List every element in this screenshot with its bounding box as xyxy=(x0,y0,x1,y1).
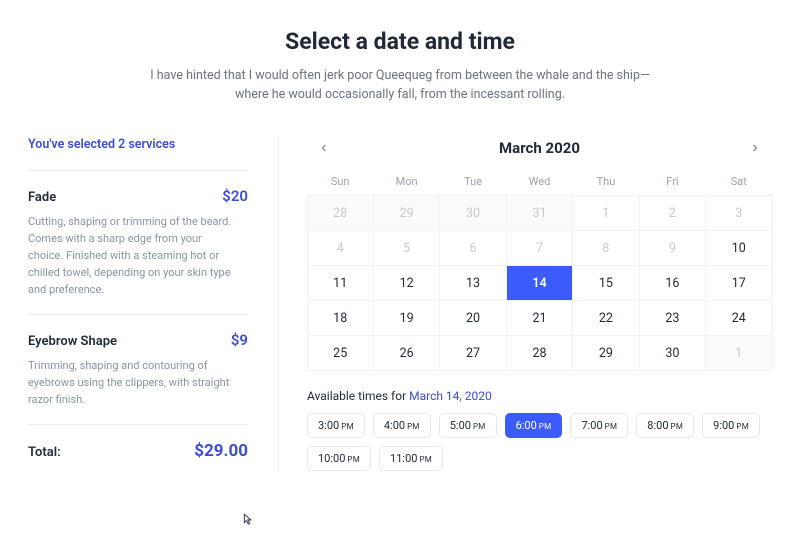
time-slot[interactable]: 11:00PM xyxy=(379,446,443,471)
total-price: $29.00 xyxy=(194,441,248,461)
service-item: Fade $20 Cutting, shaping or trimming of t… xyxy=(28,171,248,315)
chevron-left-icon xyxy=(318,142,330,154)
service-price: $20 xyxy=(222,187,248,205)
calendar-day: 4 xyxy=(307,230,374,266)
time-slot-selected[interactable]: 6:00PM xyxy=(505,413,563,438)
dow-label: Sat xyxy=(706,165,772,196)
calendar-day[interactable]: 24 xyxy=(705,300,772,336)
dow-label: Thu xyxy=(573,165,639,196)
time-slot-time: 9:00 xyxy=(713,419,734,432)
dow-label: Fri xyxy=(639,165,705,196)
time-slot[interactable]: 9:00PM xyxy=(702,413,760,438)
calendar-day: 6 xyxy=(439,230,506,266)
calendar-day: 7 xyxy=(506,230,573,266)
calendar-day[interactable]: 19 xyxy=(373,300,440,336)
available-times-heading: Available times for March 14, 2020 xyxy=(307,389,772,403)
time-slot-ampm: PM xyxy=(347,455,360,464)
dow-label: Wed xyxy=(506,165,572,196)
service-price: $9 xyxy=(231,331,248,349)
calendar-day: 9 xyxy=(639,230,706,266)
calendar-day: 31 xyxy=(506,195,573,231)
next-month-button[interactable] xyxy=(744,137,766,159)
calendar-day-selected[interactable]: 14 xyxy=(506,265,573,301)
available-times-date: March 14, 2020 xyxy=(409,389,492,403)
calendar-day: 8 xyxy=(572,230,639,266)
time-slot-time: 10:00 xyxy=(318,452,345,465)
calendar-day[interactable]: 15 xyxy=(572,265,639,301)
time-slot-ampm: PM xyxy=(473,422,486,431)
calendar-day[interactable]: 29 xyxy=(572,335,639,371)
calendar-day: 1 xyxy=(705,335,772,371)
available-times-prefix: Available times for xyxy=(307,389,409,403)
date-time-picker: March 2020 SunMonTueWedThuFriSat 2829303… xyxy=(278,137,772,471)
calendar-day[interactable]: 10 xyxy=(705,230,772,266)
time-slot-ampm: PM xyxy=(407,422,420,431)
calendar-day[interactable]: 16 xyxy=(639,265,706,301)
calendar-day[interactable]: 17 xyxy=(705,265,772,301)
calendar-day[interactable]: 25 xyxy=(307,335,374,371)
total-label: Total: xyxy=(28,445,61,460)
time-slot[interactable]: 3:00PM xyxy=(307,413,365,438)
time-slot-time: 3:00 xyxy=(318,419,339,432)
service-desc: Trimming, shaping and contouring of eyeb… xyxy=(28,357,238,408)
time-slot-time: 8:00 xyxy=(647,419,668,432)
time-slot-ampm: PM xyxy=(736,422,749,431)
time-slot[interactable]: 4:00PM xyxy=(373,413,431,438)
page-title: Select a date and time xyxy=(0,28,800,55)
time-slot-ampm: PM xyxy=(671,422,684,431)
calendar-day[interactable]: 12 xyxy=(373,265,440,301)
calendar-day[interactable]: 18 xyxy=(307,300,374,336)
calendar-day[interactable]: 20 xyxy=(439,300,506,336)
time-slot-time: 4:00 xyxy=(384,419,405,432)
prev-month-button[interactable] xyxy=(313,137,335,159)
time-slot-ampm: PM xyxy=(419,455,432,464)
calendar-day[interactable]: 11 xyxy=(307,265,374,301)
calendar-day[interactable]: 21 xyxy=(506,300,573,336)
calendar-day: 3 xyxy=(705,195,772,231)
calendar-day[interactable]: 26 xyxy=(373,335,440,371)
time-slot[interactable]: 8:00PM xyxy=(636,413,694,438)
calendar-day: 5 xyxy=(373,230,440,266)
service-name: Fade xyxy=(28,190,56,205)
time-slot-time: 6:00 xyxy=(516,419,537,432)
calendar-day[interactable]: 27 xyxy=(439,335,506,371)
time-slot-ampm: PM xyxy=(341,422,354,431)
calendar-day: 2 xyxy=(639,195,706,231)
time-slot-time: 5:00 xyxy=(450,419,471,432)
summary-heading: You've selected 2 services xyxy=(28,137,248,171)
dow-label: Mon xyxy=(373,165,439,196)
calendar-day[interactable]: 13 xyxy=(439,265,506,301)
service-name: Eyebrow Shape xyxy=(28,334,117,349)
dow-label: Tue xyxy=(440,165,506,196)
calendar-day[interactable]: 22 xyxy=(572,300,639,336)
time-slot-ampm: PM xyxy=(605,422,618,431)
dow-label: Sun xyxy=(307,165,373,196)
service-desc: Cutting, shaping or trimming of the bear… xyxy=(28,213,238,298)
calendar-day: 28 xyxy=(307,195,374,231)
calendar-day: 30 xyxy=(439,195,506,231)
time-slot[interactable]: 10:00PM xyxy=(307,446,371,471)
calendar-day[interactable]: 23 xyxy=(639,300,706,336)
calendar-day[interactable]: 28 xyxy=(506,335,573,371)
time-slot[interactable]: 7:00PM xyxy=(570,413,628,438)
month-label: March 2020 xyxy=(335,139,744,157)
time-slot[interactable]: 5:00PM xyxy=(439,413,497,438)
calendar-day: 29 xyxy=(373,195,440,231)
time-slot-time: 7:00 xyxy=(581,419,602,432)
chevron-right-icon xyxy=(749,142,761,154)
time-slot-ampm: PM xyxy=(539,422,552,431)
calendar-day: 1 xyxy=(572,195,639,231)
calendar-day[interactable]: 30 xyxy=(639,335,706,371)
services-summary: You've selected 2 services Fade $20 Cuttin… xyxy=(28,137,278,471)
service-item: Eyebrow Shape $9 Trimming, shaping and con… xyxy=(28,315,248,425)
page-subtitle: I have hinted that I would often jerk po… xyxy=(140,67,660,105)
cursor-icon xyxy=(238,512,255,533)
time-slot-time: 11:00 xyxy=(390,452,417,465)
